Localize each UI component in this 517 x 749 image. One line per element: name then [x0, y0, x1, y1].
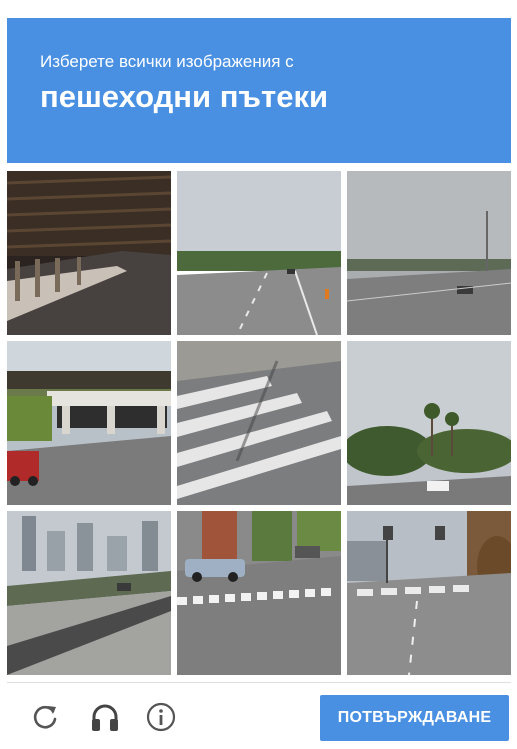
reload-icon[interactable]	[28, 700, 62, 734]
tile-crosswalk-closeup[interactable]	[177, 341, 341, 505]
tile-city-skyline[interactable]	[7, 511, 171, 675]
info-icon[interactable]	[144, 700, 178, 734]
tile-highway-cloudy[interactable]	[347, 171, 511, 335]
captcha-header: Изберете всички изображения с пешеходни …	[7, 18, 511, 163]
image-grid	[7, 171, 511, 675]
tile-palm-road[interactable]	[347, 341, 511, 505]
tile-under-bridge[interactable]	[7, 171, 171, 335]
captcha-instruction: Изберете всички изображения с	[40, 52, 294, 71]
verify-button[interactable]: ПОТВЪРЖДАВАНЕ	[320, 695, 509, 741]
headphones-icon[interactable]	[88, 700, 122, 734]
tile-intersection-crosswalk[interactable]	[177, 511, 341, 675]
tile-overpass[interactable]	[7, 341, 171, 505]
footer-divider	[7, 682, 511, 683]
tile-highway[interactable]	[177, 171, 341, 335]
tile-street-crosswalk[interactable]	[347, 511, 511, 675]
captcha-target: пешеходни пътеки	[40, 79, 329, 114]
